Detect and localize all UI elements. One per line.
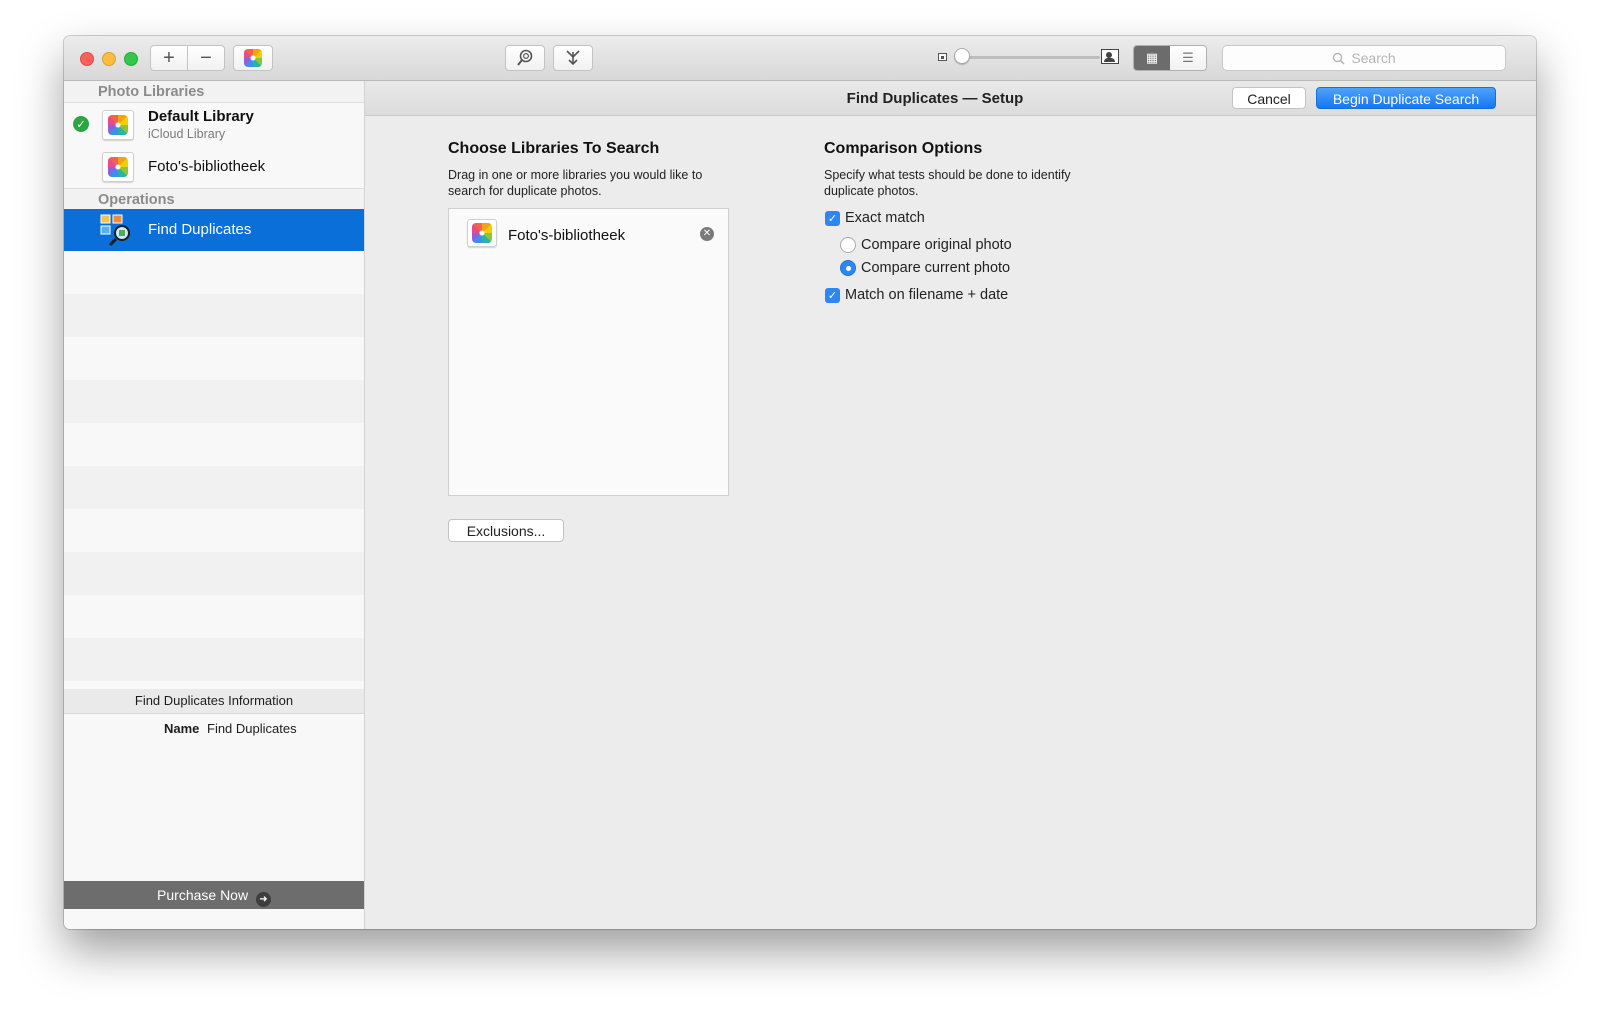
sidebar: Photo Libraries ✓ Default Library iCloud… xyxy=(64,81,365,929)
magnifier-icon xyxy=(517,49,533,66)
add-button[interactable]: + xyxy=(150,45,188,71)
toolbar: + − ▦ ☰ Search xyxy=(64,36,1536,81)
compare-current-radio[interactable] xyxy=(840,260,856,276)
purchase-now-button[interactable]: Purchase Now ➜ xyxy=(64,881,364,909)
small-photo-icon xyxy=(938,53,947,61)
library-icon xyxy=(102,110,134,140)
import-button[interactable] xyxy=(553,45,593,71)
selected-library-item[interactable]: Foto's-bibliotheek ✕ xyxy=(449,209,728,251)
large-photo-icon xyxy=(1101,49,1119,64)
remove-button[interactable]: − xyxy=(187,45,225,71)
filename-date-checkbox[interactable]: ✓ xyxy=(825,288,840,303)
libraries-heading: Choose Libraries To Search xyxy=(448,140,660,157)
library-name: Default Library xyxy=(148,108,254,125)
import-icon xyxy=(566,50,580,66)
grid-view-icon: ▦ xyxy=(1145,50,1159,65)
photos-icon xyxy=(108,115,128,135)
comparison-description: Specify what tests should be done to ide… xyxy=(824,167,1071,199)
remove-icon: − xyxy=(200,46,212,69)
arrow-right-icon: ➜ xyxy=(255,892,271,907)
search-field[interactable]: Search xyxy=(1222,45,1506,71)
sidebar-item-find-duplicates[interactable]: Find Duplicates xyxy=(64,209,364,251)
library-drop-area[interactable]: Foto's-bibliotheek ✕ xyxy=(448,208,729,496)
find-button[interactable] xyxy=(505,45,545,71)
photos-icon xyxy=(472,223,492,243)
operations-header: Operations xyxy=(64,188,364,210)
comparison-description-line: Specify what tests should be done to ide… xyxy=(824,168,1071,182)
info-name-value: Find Duplicates xyxy=(207,721,297,736)
library-subtitle: iCloud Library xyxy=(148,127,226,141)
purchase-label: Purchase Now xyxy=(157,887,249,903)
library-icon xyxy=(102,152,134,182)
filename-date-label: Match on filename + date xyxy=(845,287,1009,303)
list-view-button[interactable]: ☰ xyxy=(1170,46,1206,70)
exclusions-button[interactable]: Exclusions... xyxy=(448,519,564,542)
list-view-icon: ☰ xyxy=(1182,50,1194,65)
search-icon xyxy=(1333,52,1345,64)
photos-library-button[interactable] xyxy=(233,45,273,71)
comparison-heading: Comparison Options xyxy=(824,140,983,157)
view-mode-segmented-control: ▦ ☰ xyxy=(1133,45,1207,71)
grid-view-button[interactable]: ▦ xyxy=(1134,46,1170,70)
sidebar-empty-rows xyxy=(64,251,364,681)
find-duplicates-icon xyxy=(100,214,130,246)
info-panel-header: Find Duplicates Information xyxy=(64,689,364,714)
operation-label: Find Duplicates xyxy=(148,221,252,238)
minimize-window-button[interactable] xyxy=(102,52,116,66)
sidebar-item-fotos-bibliotheek[interactable]: Foto's-bibliotheek xyxy=(64,145,364,187)
cancel-button[interactable]: Cancel xyxy=(1232,87,1306,109)
sidebar-item-default-library[interactable]: ✓ Default Library iCloud Library xyxy=(64,103,364,145)
add-icon: + xyxy=(163,46,175,69)
comparison-description-line: duplicate photos. xyxy=(824,184,919,198)
remove-library-icon[interactable]: ✕ xyxy=(700,227,714,241)
info-name-key: Name xyxy=(164,721,200,736)
check-icon: ✓ xyxy=(73,116,89,132)
photos-icon xyxy=(108,157,128,177)
library-icon xyxy=(467,219,497,247)
photos-icon xyxy=(244,49,262,67)
thumbnail-size-slider[interactable] xyxy=(960,56,1100,59)
libraries-description: Drag in one or more libraries you would … xyxy=(448,167,702,199)
exact-match-checkbox[interactable]: ✓ xyxy=(825,211,840,226)
app-window: + − ▦ ☰ Search Photo Libraries ✓ Default… xyxy=(64,36,1536,929)
close-window-button[interactable] xyxy=(80,52,94,66)
compare-original-radio[interactable] xyxy=(840,237,856,253)
libraries-description-line: Drag in one or more libraries you would … xyxy=(448,168,703,182)
exact-match-label: Exact match xyxy=(845,210,925,226)
compare-current-label: Compare current photo xyxy=(861,260,1011,276)
photo-libraries-header: Photo Libraries xyxy=(64,81,364,103)
begin-duplicate-search-button[interactable]: Begin Duplicate Search xyxy=(1316,87,1496,109)
search-placeholder: Search xyxy=(1351,50,1396,66)
selected-library-name: Foto's-bibliotheek xyxy=(508,227,626,244)
thumbnail-size-slider-knob[interactable] xyxy=(954,48,970,64)
libraries-description-line: search for duplicate photos. xyxy=(448,184,602,198)
main-header: Find Duplicates — Setup Cancel Begin Dup… xyxy=(365,81,1536,116)
compare-original-label: Compare original photo xyxy=(861,237,1012,253)
library-name: Foto's-bibliotheek xyxy=(148,158,266,175)
zoom-window-button[interactable] xyxy=(124,52,138,66)
